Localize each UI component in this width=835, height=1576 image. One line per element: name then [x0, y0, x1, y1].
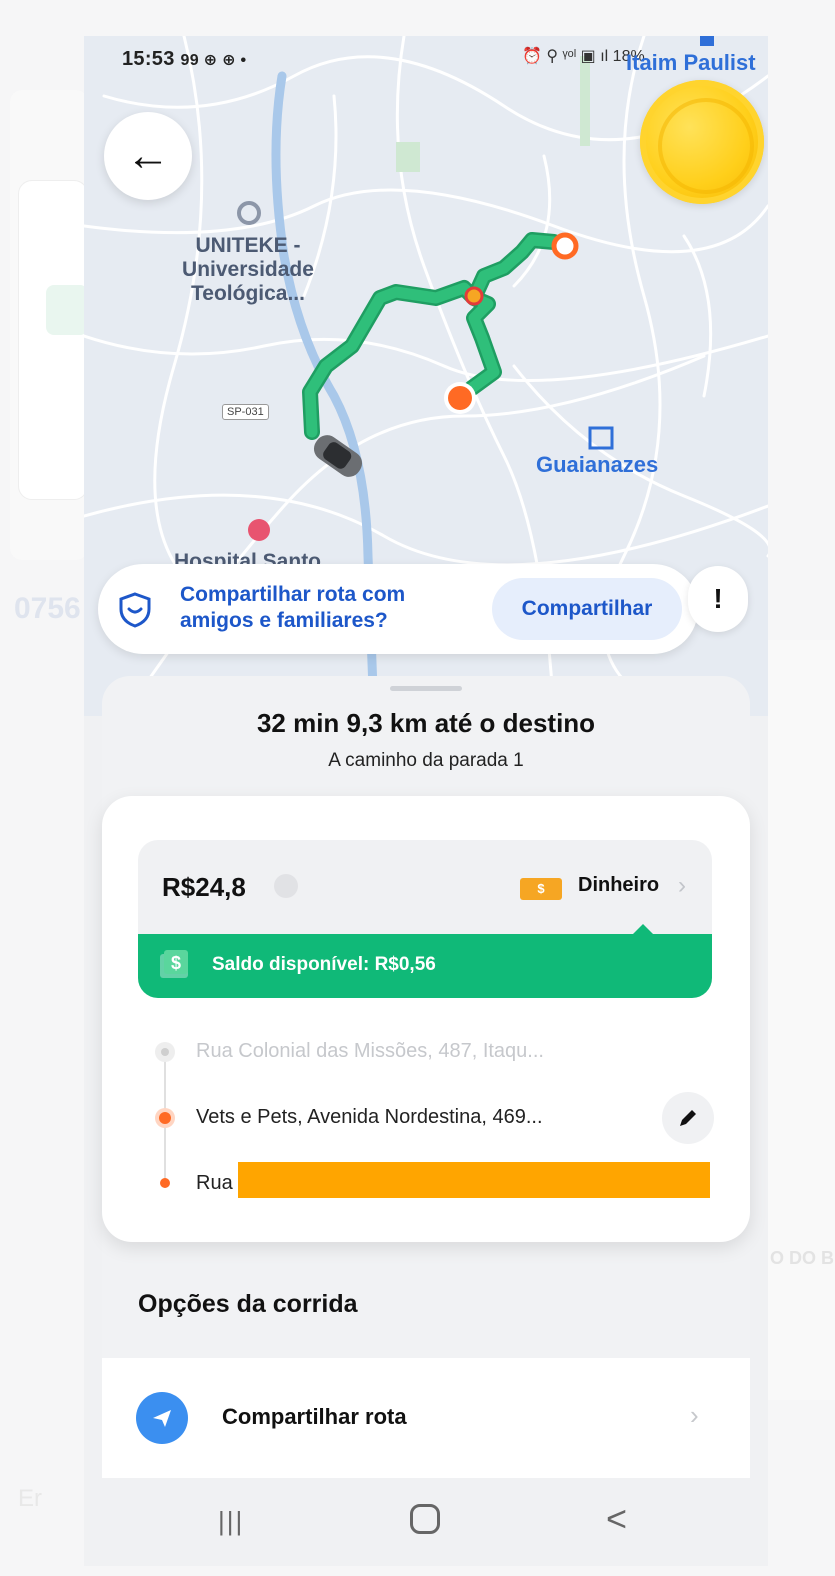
stop-dot-icon	[155, 1108, 175, 1128]
map-label-uniteke: UNITEKE - Universidade Teológica...	[182, 234, 314, 305]
background-app-button	[46, 285, 88, 335]
destination-dot-icon	[160, 1178, 170, 1188]
pencil-icon	[680, 1110, 696, 1126]
edit-route-button[interactable]	[662, 1092, 714, 1144]
share-button[interactable]: Compartilhar	[492, 578, 682, 640]
sheet-drag-handle[interactable]	[390, 686, 462, 691]
redaction-bar	[238, 1162, 710, 1198]
back-nav-button[interactable]: <	[606, 1498, 627, 1540]
background-app-text-right: O DO B	[770, 1248, 835, 1268]
dollar-bill-icon: $	[160, 950, 188, 978]
arrow-left-icon: ←	[126, 131, 170, 180]
origin-dot-icon	[155, 1042, 175, 1062]
share-route-banner: Compartilhar rota com amigos e familiare…	[98, 564, 698, 654]
screen: 0756 O DO B Er 15:53 99 ⊕ ⊕ • ⏰ ⚲ ᵞᵒˡ ▣ …	[0, 0, 835, 1576]
trip-details-card: R$24,8 $ Dinheiro › $ Saldo disponível: …	[102, 796, 750, 1242]
destination-address: Rua	[196, 1172, 233, 1194]
system-nav-bar: ||| <	[84, 1478, 768, 1566]
trip-eta: 32 min 9,3 km até o destino	[256, 708, 596, 738]
trip-status: A caminho da parada 1	[328, 750, 524, 771]
back-button[interactable]: ←	[104, 112, 192, 200]
share-route-text: Compartilhar rota com amigos e familiare…	[180, 583, 406, 632]
balance-bar: $ Saldo disponível: R$0,56	[138, 934, 712, 998]
report-button[interactable]: !	[688, 566, 748, 632]
fare-price: R$24,8	[162, 872, 246, 902]
balance-text: Saldo disponível: R$0,56	[212, 954, 436, 975]
background-app-text: 0756	[14, 592, 81, 625]
trip-bottom-sheet: 32 min 9,3 km até o destino A caminho da…	[102, 676, 750, 1566]
map-label-guaianazes: Guaianazes	[536, 452, 659, 477]
option-share-route[interactable]: Compartilhar rota ›	[102, 1358, 750, 1478]
ride-options-title: Opções da corrida	[138, 1290, 358, 1318]
recent-apps-button[interactable]: |||	[218, 1506, 244, 1537]
route-list: Rua Colonial das Missões, 487, Itaqu... …	[138, 1024, 718, 1224]
phone-screen: 15:53 99 ⊕ ⊕ • ⏰ ⚲ ᵞᵒˡ ▣ ıl 18% Itaim Pa…	[84, 36, 768, 1566]
stop-address: Vets e Pets, Avenida Nordestina, 469...	[196, 1106, 543, 1128]
map-label-itaim: Itaim Paulist	[626, 50, 756, 75]
shield-icon	[119, 592, 151, 628]
background-app-panel-right	[768, 640, 835, 1400]
info-icon[interactable]	[274, 874, 298, 898]
payment-method: Dinheiro	[578, 874, 660, 896]
chevron-right-icon: ›	[690, 1400, 699, 1430]
option-label: Compartilhar rota	[222, 1404, 407, 1429]
chevron-right-icon: ›	[678, 872, 686, 899]
cash-icon: $	[520, 878, 562, 900]
background-app-bottom-text: Er	[18, 1485, 42, 1512]
send-icon	[136, 1392, 188, 1444]
payment-box[interactable]: R$24,8 $ Dinheiro › $ Saldo disponível: …	[138, 840, 712, 998]
coin-icon[interactable]	[640, 80, 764, 204]
status-time: 15:53 99 ⊕ ⊕ •	[122, 48, 247, 70]
svg-text:$: $	[171, 953, 181, 973]
report-icon: !	[713, 583, 723, 614]
background-app-card	[18, 180, 88, 500]
origin-address: Rua Colonial das Missões, 487, Itaqu...	[196, 1040, 544, 1062]
home-button[interactable]	[410, 1504, 440, 1534]
map-label-road: SP-031	[222, 404, 269, 420]
